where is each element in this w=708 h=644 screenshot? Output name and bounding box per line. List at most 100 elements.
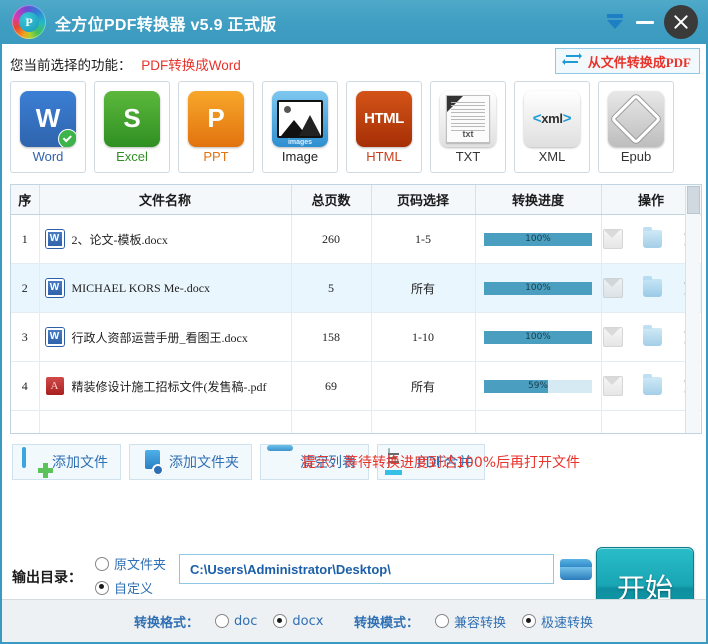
add-file-icon: [20, 447, 46, 475]
radio-fast-icon[interactable]: [522, 614, 537, 628]
table-row[interactable]: 3 行政人资部运营手册_看图王.docx 158 1-10: [11, 312, 701, 362]
word-glyph-letter: W: [35, 103, 61, 133]
excel-icon: S: [104, 90, 160, 147]
format-label: 转换格式：: [134, 615, 200, 631]
mode-option-compatible[interactable]: 兼容转换: [435, 612, 506, 631]
format-option-doc[interactable]: doc: [215, 614, 257, 629]
tile-image[interactable]: images Image: [262, 81, 338, 173]
word-file-icon: [45, 279, 64, 297]
tile-excel[interactable]: S Excel: [94, 81, 170, 173]
table-header-row: 序 文件名称 总页数 页码选择 转换进度 操作: [11, 185, 701, 215]
current-function-line: 您当前选择的功能： PDF转换成Word: [10, 54, 241, 74]
tile-word-label: Word: [32, 148, 64, 164]
row-filename: 精装修设计施工招标文件(发售稿-.pdf: [71, 379, 267, 394]
format-option-group: 转换格式： doc docx: [134, 612, 323, 631]
tile-word[interactable]: W Word: [10, 81, 86, 173]
tile-html[interactable]: HTML HTML: [346, 81, 422, 173]
progress-label: 100%: [525, 233, 551, 244]
browse-folder-icon[interactable]: [560, 557, 592, 581]
tile-txt[interactable]: txt TXT: [430, 81, 506, 173]
radio-compatible-icon[interactable]: [435, 614, 450, 628]
format-option-docx[interactable]: docx: [273, 614, 323, 629]
excel-glyph-letter: S: [123, 103, 141, 133]
txt-glyph-label: txt: [462, 128, 474, 139]
tray-down-arrow-icon[interactable]: [604, 12, 626, 32]
table-row[interactable]: 2 MICHAEL KORS Me-.docx 5 所有: [11, 263, 701, 313]
mode-option-fast[interactable]: 极速转换: [522, 612, 593, 631]
open-folder-icon[interactable]: [643, 276, 663, 297]
col-progress: 转换进度: [475, 185, 602, 215]
txt-icon: txt: [440, 90, 496, 147]
radio-docx-icon[interactable]: [273, 614, 288, 628]
table-row[interactable]: 4 精装修设计施工招标文件(发售稿-.pdf 69 所有: [11, 361, 701, 411]
add-folder-label: 添加文件夹: [169, 455, 239, 471]
output-option-original[interactable]: 原文件夹: [95, 554, 166, 573]
radio-original-icon[interactable]: [95, 556, 109, 571]
row-index: 4: [11, 361, 40, 411]
epub-diamond-shape: [610, 93, 662, 144]
scrollbar-thumb[interactable]: [687, 186, 700, 214]
app-logo-icon: [12, 5, 46, 39]
text-page-icon: txt: [446, 94, 490, 143]
add-file-button[interactable]: 添加文件: [12, 444, 121, 480]
ppt-icon: P: [188, 90, 244, 147]
format-tiles: W Word S Excel P PPT images Image HTML H…: [10, 81, 702, 177]
mail-open-icon[interactable]: [602, 327, 624, 347]
radio-doc-icon[interactable]: [215, 614, 230, 628]
minimize-icon[interactable]: [636, 21, 654, 24]
bottom-options-bar: 转换格式： doc docx 转换模式： 兼容转换 极速转换: [2, 599, 706, 642]
output-option-custom[interactable]: 自定义: [95, 578, 153, 597]
current-function-value: PDF转换成Word: [141, 58, 241, 73]
open-folder-icon[interactable]: [643, 374, 663, 395]
output-path-value: C:\Users\Administrator\Desktop\: [190, 561, 391, 577]
row-range: 所有: [371, 361, 476, 411]
tile-epub[interactable]: Epub: [598, 81, 674, 173]
mail-open-icon[interactable]: [602, 229, 624, 249]
row-range: 所有: [371, 263, 476, 313]
row-progress-cell: 100%: [475, 214, 602, 264]
radio-custom-icon[interactable]: [95, 580, 109, 595]
ppt-glyph-letter: P: [207, 103, 225, 133]
application-window: 全方位PDF转换器 v5.9 正式版 您当前选择的功能： PDF转换成Word …: [0, 0, 708, 644]
epub-icon: [608, 90, 664, 147]
table-row[interactable]: 1 2、论文-模板.docx 260 1-5 100: [11, 214, 701, 264]
mail-open-icon[interactable]: [602, 376, 624, 396]
html-glyph-text: HTML: [364, 110, 404, 127]
output-dir-label: 输出目录：: [12, 570, 82, 586]
row-filename-cell: MICHAEL KORS Me-.docx: [39, 263, 292, 313]
mail-open-icon[interactable]: [602, 278, 624, 298]
mode-label: 转换模式：: [354, 615, 420, 631]
format-option-docx-label: docx: [292, 613, 324, 629]
output-option-original-label: 原文件夹: [114, 558, 167, 573]
title-bar: 全方位PDF转换器 v5.9 正式版: [0, 0, 708, 44]
row-pages: 260: [291, 214, 372, 264]
pdf-file-icon: [45, 377, 64, 395]
table-scrollbar[interactable]: [685, 186, 700, 433]
selected-check-icon: [58, 128, 76, 147]
col-pages: 总页数: [291, 185, 372, 215]
close-icon[interactable]: [664, 5, 698, 39]
col-index: 序: [11, 185, 40, 215]
output-path-field[interactable]: C:\Users\Administrator\Desktop\: [179, 554, 554, 584]
tile-html-label: HTML: [366, 148, 402, 164]
add-folder-icon: [137, 449, 163, 475]
open-folder-icon[interactable]: [643, 227, 663, 248]
progress-bar: 100%: [484, 232, 592, 246]
table-empty-row: [11, 410, 701, 433]
progress-label: 100%: [525, 282, 551, 293]
tile-xml[interactable]: <xml> XML: [514, 81, 590, 173]
file-list-table: 序 文件名称 总页数 页码选择 转换进度 操作 1 2: [10, 184, 702, 434]
progress-bar: 59%: [484, 379, 592, 393]
progress-bar: 100%: [484, 281, 592, 295]
row-filename-cell: 精装修设计施工招标文件(发售稿-.pdf: [39, 361, 292, 411]
xml-glyph-text: <xml>: [532, 110, 572, 127]
add-folder-button[interactable]: 添加文件夹: [129, 444, 252, 480]
convert-to-pdf-button[interactable]: 从文件转换成PDF: [554, 48, 700, 74]
word-file-icon: [45, 230, 64, 248]
tile-ppt[interactable]: P PPT: [178, 81, 254, 173]
row-filename-cell: 行政人资部运营手册_看图王.docx: [39, 312, 292, 362]
open-folder-icon[interactable]: [643, 325, 663, 346]
add-file-label: 添加文件: [52, 455, 108, 471]
progress-label: 59%: [527, 380, 548, 391]
current-function-prefix: 您当前选择的功能：: [10, 58, 132, 73]
